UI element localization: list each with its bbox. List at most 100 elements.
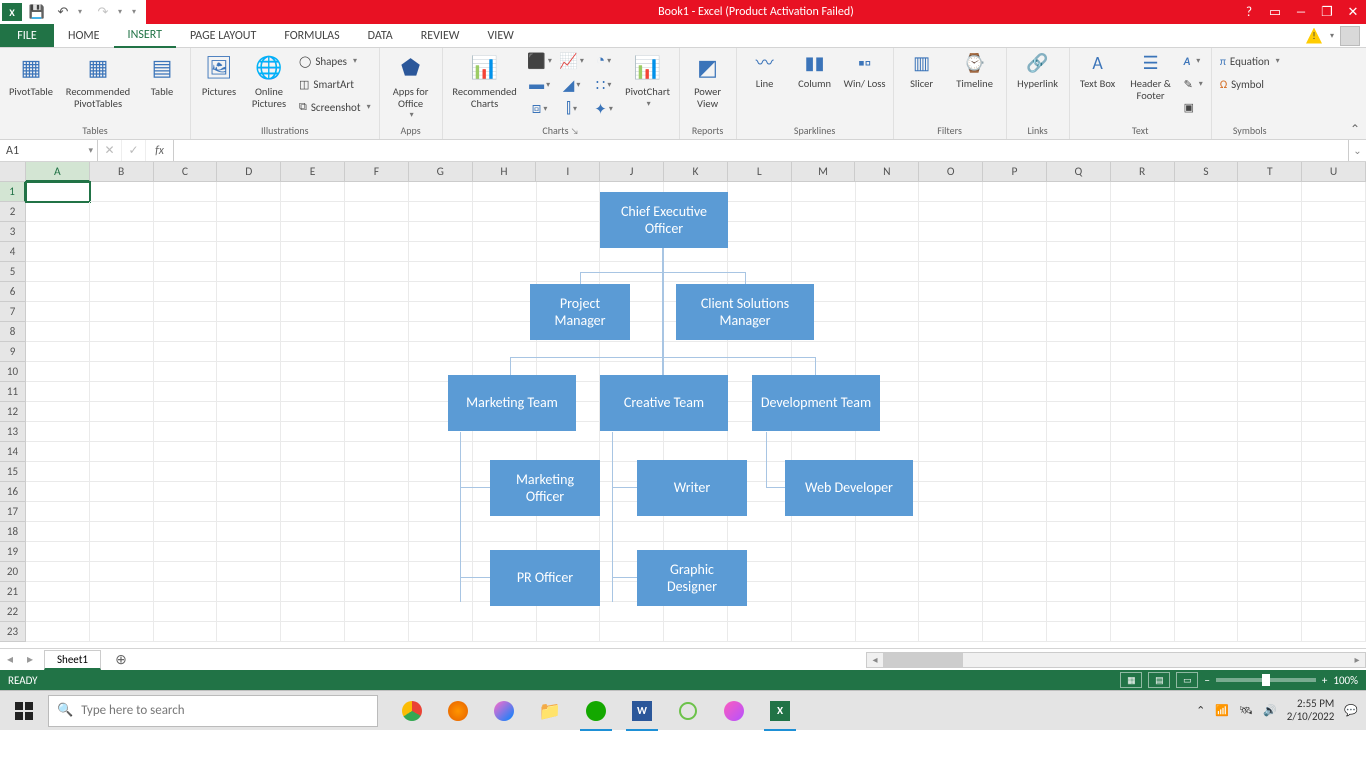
cell[interactable] (1238, 442, 1302, 462)
cell[interactable] (1238, 402, 1302, 422)
cell[interactable] (217, 342, 281, 362)
cell[interactable] (154, 482, 218, 502)
cell[interactable] (345, 622, 409, 642)
cell[interactable] (983, 482, 1047, 502)
cell[interactable] (983, 602, 1047, 622)
taskbar-chrome-icon[interactable] (390, 691, 434, 731)
cell[interactable] (26, 302, 90, 322)
taskbar-upwork-icon[interactable] (574, 691, 618, 731)
cell[interactable] (90, 222, 154, 242)
cell[interactable] (919, 622, 983, 642)
cell[interactable] (1175, 402, 1239, 422)
cell[interactable] (345, 422, 409, 442)
column-header[interactable]: L (728, 162, 792, 182)
column-header[interactable]: S (1175, 162, 1239, 182)
chevron-down-icon[interactable]: ▾ (88, 145, 93, 156)
cell[interactable] (217, 482, 281, 502)
collapse-ribbon-icon[interactable]: ⌃ (1344, 120, 1366, 139)
cell[interactable] (1302, 302, 1366, 322)
help-icon[interactable]: ? (1236, 0, 1262, 24)
cell[interactable] (345, 462, 409, 482)
cell[interactable] (728, 522, 792, 542)
cell[interactable] (856, 542, 920, 562)
cell[interactable] (1111, 402, 1175, 422)
column-header[interactable]: U (1302, 162, 1366, 182)
shapes-button[interactable]: ◯Shapes▾ (297, 50, 373, 72)
sparkline-column-button[interactable]: ▮▮Column (793, 50, 837, 90)
spreadsheet-grid[interactable]: ABCDEFGHIJKLMNOPQRSTU 123456789101112131… (0, 162, 1366, 648)
cell[interactable] (1175, 242, 1239, 262)
cell[interactable] (345, 322, 409, 342)
cell[interactable] (473, 342, 537, 362)
cell[interactable] (409, 342, 473, 362)
tab-formulas[interactable]: FORMULAS (270, 24, 353, 47)
cell[interactable] (26, 202, 90, 222)
cell[interactable] (983, 562, 1047, 582)
cell[interactable] (1302, 422, 1366, 442)
column-header[interactable]: G (409, 162, 473, 182)
cell[interactable] (154, 442, 218, 462)
cell[interactable] (728, 222, 792, 242)
cell[interactable] (919, 202, 983, 222)
cell[interactable] (728, 442, 792, 462)
cell[interactable] (983, 362, 1047, 382)
cell[interactable] (345, 602, 409, 622)
cell[interactable] (983, 622, 1047, 642)
cell[interactable] (345, 402, 409, 422)
cell[interactable] (154, 422, 218, 442)
cell[interactable] (281, 622, 345, 642)
cell[interactable] (90, 622, 154, 642)
scroll-right-icon[interactable]: ▸ (1349, 653, 1365, 666)
cell[interactable] (154, 302, 218, 322)
redo-icon[interactable]: ↷ (92, 1, 114, 23)
cell[interactable] (1111, 222, 1175, 242)
taskbar-app-icon[interactable] (666, 691, 710, 731)
online-pictures-button[interactable]: 🌐Online Pictures (247, 50, 291, 109)
cell[interactable] (1302, 502, 1366, 522)
cell[interactable] (537, 622, 601, 642)
cell[interactable] (1047, 602, 1111, 622)
cell[interactable] (281, 522, 345, 542)
row-header[interactable]: 18 (0, 522, 26, 542)
cell[interactable] (1238, 422, 1302, 442)
cell[interactable] (1238, 622, 1302, 642)
cell[interactable] (983, 282, 1047, 302)
cell[interactable] (1111, 202, 1175, 222)
tab-view[interactable]: VIEW (473, 24, 527, 47)
cell[interactable] (1302, 482, 1366, 502)
cell[interactable] (217, 602, 281, 622)
cell[interactable] (217, 322, 281, 342)
cell[interactable] (856, 302, 920, 322)
cell[interactable] (26, 582, 90, 602)
header-footer-button[interactable]: ☰Header & Footer (1126, 50, 1176, 101)
row-header[interactable]: 17 (0, 502, 26, 522)
column-header[interactable]: T (1238, 162, 1302, 182)
cell[interactable] (154, 222, 218, 242)
cell[interactable] (217, 622, 281, 642)
cell[interactable] (1111, 302, 1175, 322)
view-page-break-icon[interactable]: ▭ (1176, 672, 1198, 688)
column-chart-button[interactable]: ⬛▾ (527, 50, 553, 72)
cell[interactable] (1111, 362, 1175, 382)
cell[interactable] (217, 382, 281, 402)
cell[interactable] (792, 442, 856, 462)
cell[interactable] (217, 242, 281, 262)
cell[interactable] (26, 322, 90, 342)
cell[interactable] (90, 462, 154, 482)
cell[interactable] (409, 522, 473, 542)
cell[interactable] (792, 242, 856, 262)
cell[interactable] (983, 222, 1047, 242)
cell[interactable] (856, 582, 920, 602)
cell[interactable] (217, 442, 281, 462)
cell[interactable] (1047, 442, 1111, 462)
cell[interactable] (1302, 522, 1366, 542)
select-all-corner[interactable] (0, 162, 26, 182)
restore-icon[interactable]: ❐ (1314, 0, 1340, 24)
cell[interactable] (90, 362, 154, 382)
cell[interactable] (1111, 442, 1175, 462)
cell[interactable] (345, 362, 409, 382)
column-header[interactable]: O (919, 162, 983, 182)
cell[interactable] (1238, 582, 1302, 602)
cell[interactable] (792, 522, 856, 542)
undo-dropdown-icon[interactable]: ▾ (78, 7, 88, 17)
